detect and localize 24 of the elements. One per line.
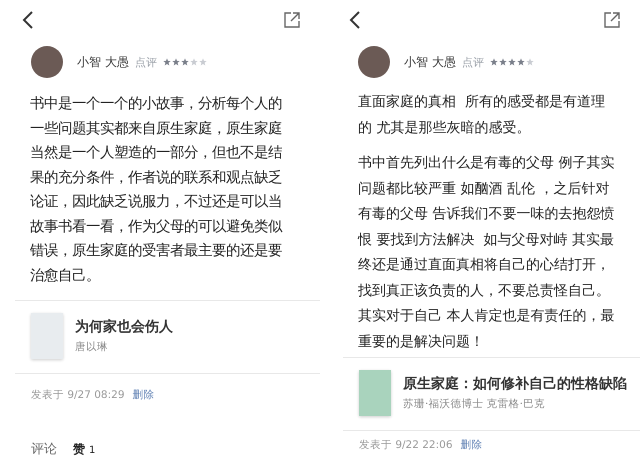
back-icon[interactable] bbox=[349, 11, 361, 29]
avatar[interactable] bbox=[31, 46, 63, 78]
avatar[interactable] bbox=[358, 46, 390, 78]
book-author: 唐以琳 bbox=[75, 340, 109, 354]
book-author: 苏珊·福沃德博士 克雷格·巴克 bbox=[403, 397, 546, 411]
review-label: 点评 bbox=[462, 54, 484, 70]
user-name: 小智 大愚 bbox=[404, 54, 456, 70]
book-title[interactable]: 为何家也会伤人 bbox=[75, 318, 173, 336]
share-icon[interactable] bbox=[604, 12, 620, 28]
delete-link[interactable]: 删除 bbox=[132, 388, 155, 402]
post-date: 发表于 9/27 08:29 bbox=[31, 388, 125, 402]
book-title[interactable]: 原生家庭：如何修补自己的性格缺陷 bbox=[403, 375, 627, 393]
review-text: 直面家庭的真相 所有的感受都是有道理的 尤其是那些灰暗的感受。 bbox=[358, 93, 606, 138]
likes-tab[interactable]: 赞 bbox=[73, 441, 85, 458]
comments-tab[interactable]: 评论 bbox=[31, 440, 57, 458]
back-icon[interactable] bbox=[22, 11, 34, 29]
likes-count: 1 bbox=[89, 445, 96, 456]
review-label: 点评 bbox=[134, 54, 157, 70]
share-icon[interactable] bbox=[284, 12, 300, 28]
post-date: 发表于 9/22 22:06 bbox=[359, 438, 453, 452]
delete-link[interactable]: 删除 bbox=[460, 438, 483, 452]
review-text: 书中是一个一个的小故事，分析每个人的一些问题其实都来自原生家庭，原生家庭当然是一个人塑造的一部分，但也不是结果的充分条件，作者说的联系和观点缺乏论证，因此缺乏说服力，不过还是可以当故事书看一看，作为父母的可以避免类似错误，原生家庭的受害者最主要的还是要治愈自己。 bbox=[30, 95, 284, 286]
user-name: 小智 大愚 bbox=[77, 54, 129, 70]
review-text: 书中首先列出什么是有毒的父母 例子其实问题都比较严重 如酗酒 乱伦 ，之后针对有毒的父母 告诉我们不要一味的去抱怨愤恨 要找到方法解决 如与父母对峙 其实最终还是通过直面真相将自己的心结打开，找到真正该负责的人，不要总责怪自己。其实对于自己 本人肯定也是有责任的，最重要的是解决问题！ bbox=[358, 154, 616, 352]
